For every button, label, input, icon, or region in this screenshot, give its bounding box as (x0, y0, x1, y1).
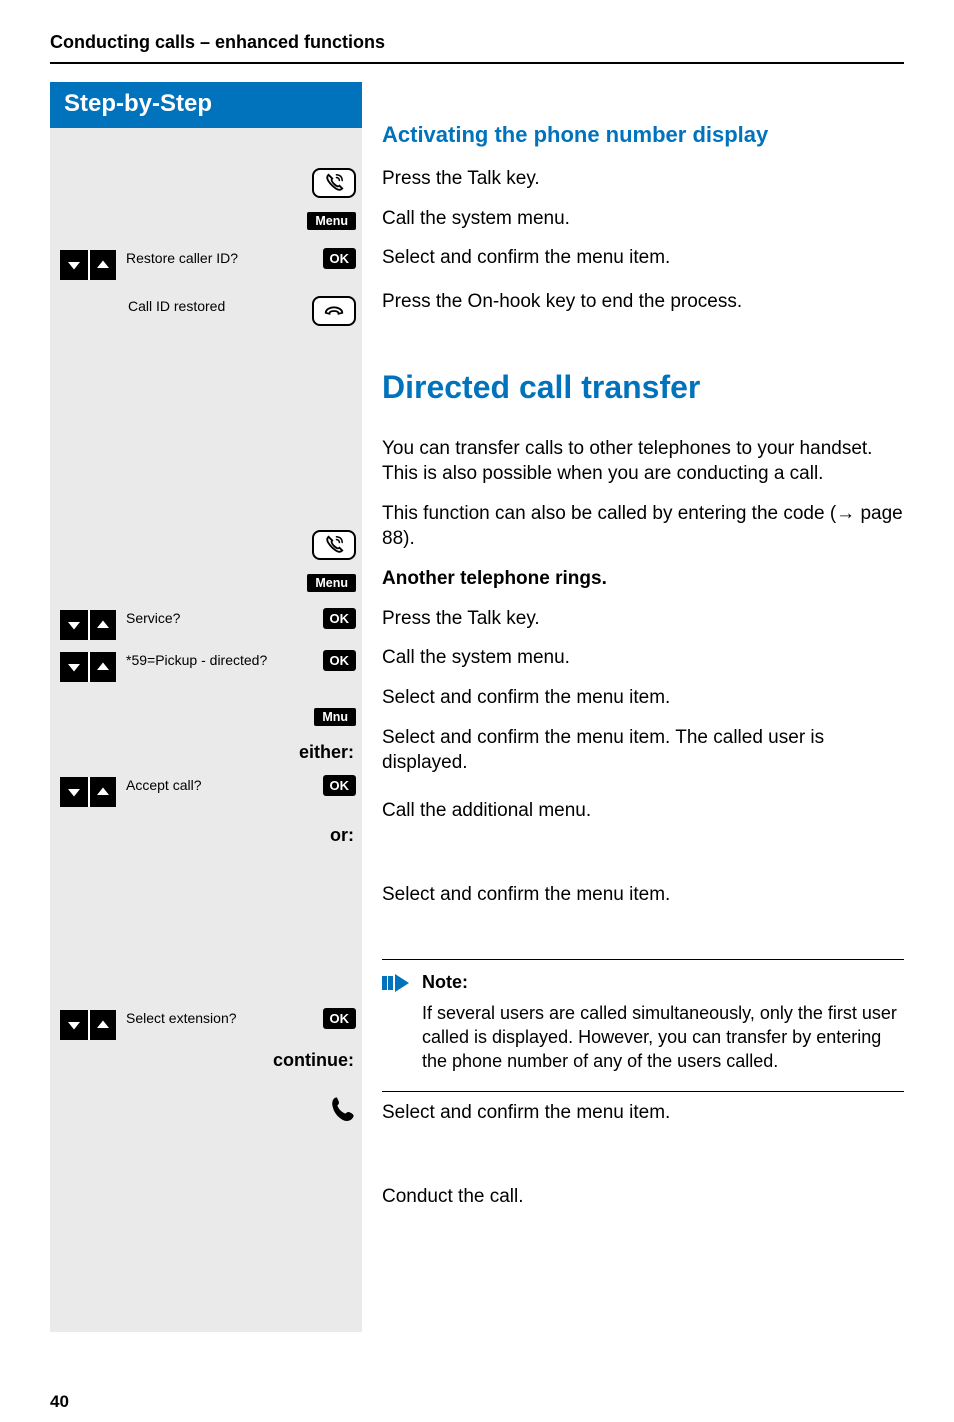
main-content: Activating the phone number display Pres… (362, 82, 904, 1332)
step-sidebar: Step-by-Step Menu Restore caller ID? OK (50, 82, 362, 1332)
instr-select-4: Select and confirm the menu item. (382, 1100, 904, 1126)
sidebar-title: Step-by-Step (50, 82, 362, 128)
intro-2: This function can also be called by ente… (382, 501, 904, 552)
note-box: Note: If several users are called simult… (382, 959, 904, 1092)
ok-key: OK (323, 1008, 357, 1029)
instr-select-2: Select and confirm the menu item. The ca… (382, 725, 904, 776)
instr-select-3: Select and confirm the menu item. (382, 882, 904, 908)
instr-select-1: Select and confirm the menu item. (382, 685, 904, 711)
section-heading-directed: Directed call transfer (382, 369, 904, 406)
instr-talk-2: Press the Talk key. (382, 606, 904, 632)
talk-key-icon (312, 168, 356, 198)
step-label-select-ext: Select extension? (116, 1008, 323, 1027)
choice-either: either: (50, 736, 362, 773)
instr-mnu: Call the additional menu. (382, 798, 904, 824)
instr-onhook: Press the On-hook key to end the process… (382, 289, 904, 315)
note-text: If several users are called simultaneous… (422, 1001, 904, 1074)
step-label-accept: Accept call? (116, 775, 323, 794)
instr-menu: Call the system menu. (382, 206, 904, 232)
ok-key: OK (323, 650, 357, 671)
page-number: 40 (50, 1392, 904, 1412)
choice-continue: continue: (50, 1044, 362, 1081)
ok-key: OK (323, 775, 357, 796)
nav-arrows-icon (60, 652, 116, 682)
instr-select: Select and confirm the menu item. (382, 245, 904, 271)
onhook-key-icon (312, 296, 356, 326)
running-header: Conducting calls – enhanced functions (50, 32, 904, 64)
note-icon (382, 970, 410, 1073)
intro-1: You can transfer calls to other telephon… (382, 436, 904, 487)
instr-conduct: Conduct the call. (382, 1184, 904, 1210)
note-head: Note: (422, 970, 904, 994)
menu-key: Menu (307, 574, 356, 592)
nav-arrows-icon (60, 1010, 116, 1040)
instr-menu-2: Call the system menu. (382, 645, 904, 671)
mnu-key: Mnu (314, 708, 356, 726)
step-label-service: Service? (116, 608, 323, 627)
ring-heading: Another telephone rings. (382, 566, 904, 592)
step-label-restore: Restore caller ID? (116, 248, 323, 267)
talk-key-icon (312, 530, 356, 560)
nav-arrows-icon (60, 250, 116, 280)
menu-key: Menu (307, 212, 356, 230)
section-heading-activating: Activating the phone number display (382, 122, 904, 148)
ok-key: OK (323, 608, 357, 629)
handset-icon (328, 1095, 356, 1128)
choice-or: or: (50, 819, 362, 856)
instr-talk: Press the Talk key. (382, 166, 904, 192)
ok-key: OK (323, 248, 357, 269)
nav-arrows-icon (60, 610, 116, 640)
nav-arrows-icon (60, 777, 116, 807)
step-label-restored: Call ID restored (118, 296, 312, 315)
step-label-pickup: *59=Pickup - directed? (116, 650, 323, 669)
